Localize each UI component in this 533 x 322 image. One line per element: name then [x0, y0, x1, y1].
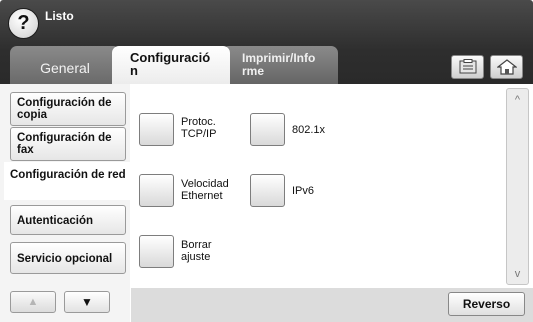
8021x-label: 802.1x: [292, 124, 326, 136]
scroll-down-icon[interactable]: v: [508, 265, 527, 283]
clear-setting-label: Borrar ajuste: [181, 239, 212, 263]
ethernet-speed-label: Velocidad Ethernet: [181, 178, 229, 202]
scroll-down-button[interactable]: ▼: [64, 291, 110, 313]
ipv6-button[interactable]: [250, 174, 285, 207]
status-text: Listo: [45, 9, 74, 23]
scroll-up-icon[interactable]: ^: [508, 91, 527, 109]
back-button[interactable]: Reverso: [448, 292, 525, 316]
clipboard-icon: [459, 59, 476, 74]
tab-print-report-label: Imprimir/Info rme: [242, 51, 316, 78]
home-icon: [496, 59, 517, 75]
scrollbar[interactable]: ^ v: [506, 88, 529, 285]
ipv6-label: IPv6: [292, 185, 315, 197]
help-icon: ?: [17, 12, 30, 34]
ethernet-speed-button[interactable]: [139, 174, 174, 207]
scroll-up-button[interactable]: ▲: [10, 291, 56, 313]
up-arrow-icon: ▲: [27, 296, 39, 308]
tab-print-report[interactable]: Imprimir/Info rme: [222, 46, 338, 84]
printer-screen: ? Listo General Imprimir/Info rme Config…: [0, 0, 533, 322]
clear-setting-button[interactable]: [139, 235, 174, 268]
tcp-ip-label: Protoc. TCP/IP: [181, 116, 217, 140]
copy-status-button[interactable]: [451, 55, 484, 79]
8021x-button[interactable]: [250, 113, 285, 146]
tcp-ip-button[interactable]: [139, 113, 174, 146]
down-arrow-icon: ▼: [81, 295, 93, 309]
sidebar-item-authentication[interactable]: Autenticación: [10, 205, 126, 235]
sidebar-item-network-settings[interactable]: Configuración de red: [4, 162, 132, 200]
tab-configuration[interactable]: Configuració n: [112, 46, 230, 84]
sidebar-item-fax-settings[interactable]: Configuración de fax: [10, 127, 126, 161]
tab-general[interactable]: General: [10, 46, 120, 84]
home-button[interactable]: [490, 55, 523, 79]
tab-configuration-label: Configuració n: [130, 50, 211, 78]
sidebar-item-optional-service[interactable]: Servicio opcional: [10, 242, 126, 274]
top-bar: ? Listo General Imprimir/Info rme Config…: [0, 0, 533, 84]
help-button[interactable]: ?: [8, 8, 39, 39]
sidebar-item-copy-settings[interactable]: Configuración de copia: [10, 92, 126, 126]
